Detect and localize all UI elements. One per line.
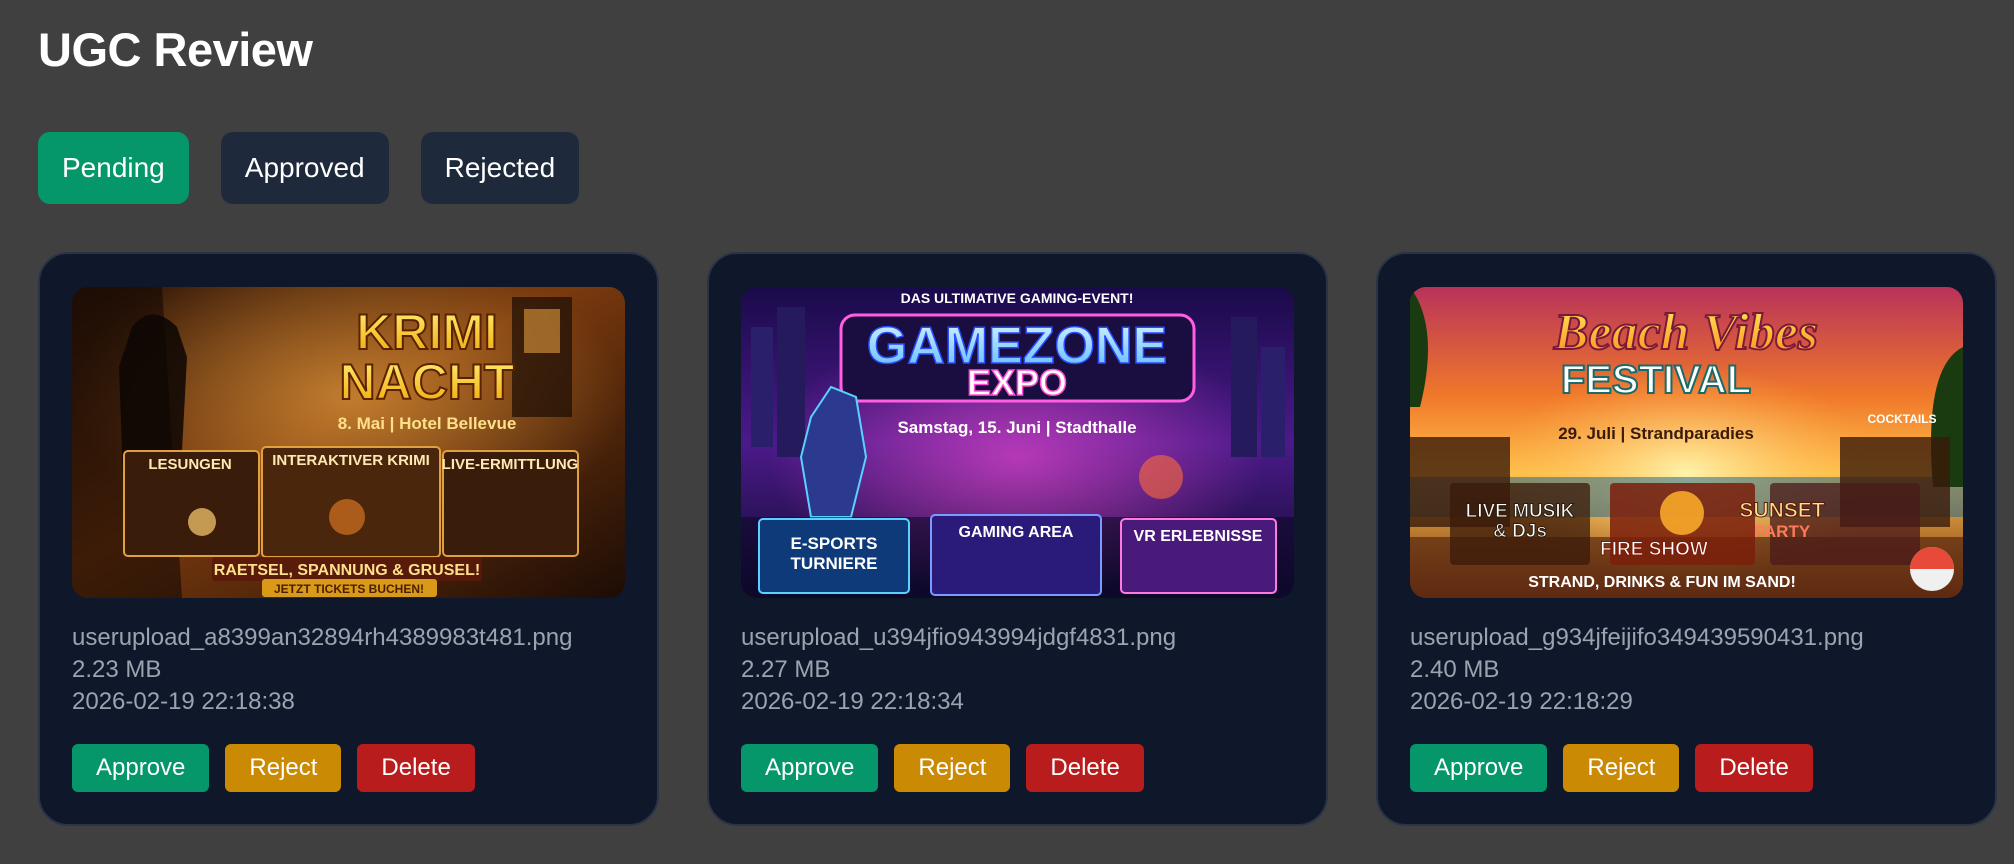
upload-card: Beach Vibes FESTIVAL 29. Juli | Strandpa…: [1376, 252, 1997, 826]
poster-corner-label: COCKTAILS: [1867, 412, 1936, 426]
poster-title: Beach Vibes: [1553, 304, 1818, 361]
upload-thumbnail[interactable]: KRIMI NACHT 8. Mai | Hotel Bellevue LESU…: [72, 287, 625, 598]
file-name: userupload_u394jfio943994jdgf4831.png: [741, 624, 1177, 651]
tab-pending[interactable]: Pending: [38, 132, 189, 204]
upload-timestamp: 2026-02-19 22:18:34: [741, 688, 964, 715]
poster-title: KRIMI: [356, 304, 498, 360]
poster-cta: JETZT TICKETS BUCHEN!: [274, 582, 424, 596]
poster-krimi-nacht: KRIMI NACHT 8. Mai | Hotel Bellevue LESU…: [72, 287, 625, 598]
reject-button[interactable]: Reject: [894, 744, 1011, 792]
delete-button[interactable]: Delete: [357, 744, 475, 792]
tab-rejected[interactable]: Rejected: [420, 132, 580, 204]
poster-title: FESTIVAL: [1561, 358, 1751, 402]
card-actions: Approve Reject Delete: [741, 744, 1144, 792]
poster-tagline: RAETSEL, SPANNUNG & GRUSEL!: [214, 562, 480, 579]
poster-subtitle: 29. Juli | Strandparadies: [1558, 424, 1754, 443]
poster-subtitle: 8. Mai | Hotel Bellevue: [338, 414, 517, 433]
file-size: 2.27 MB: [741, 656, 831, 683]
file-size: 2.40 MB: [1410, 656, 1500, 683]
file-name: userupload_a8399an32894rh4389983t481.png: [72, 624, 573, 651]
upload-card: DAS ULTIMATIVE GAMING-EVENT! GAMEZONE EX…: [707, 252, 1328, 826]
poster-panel-label: VR ERLEBNISSE: [1134, 528, 1263, 545]
card-actions: Approve Reject Delete: [1410, 744, 1813, 792]
poster-panel-label: & DJs: [1493, 521, 1547, 542]
poster-panel-label: INTERAKTIVER KRIMI: [272, 452, 430, 469]
upload-thumbnail[interactable]: Beach Vibes FESTIVAL 29. Juli | Strandpa…: [1410, 287, 1963, 598]
file-size: 2.23 MB: [72, 656, 162, 683]
poster-tagline: STRAND, DRINKS & FUN IM SAND!: [1528, 574, 1796, 591]
file-meta: userupload_u394jfio943994jdgf4831.png 2.…: [741, 622, 1294, 718]
delete-button[interactable]: Delete: [1026, 744, 1144, 792]
card-actions: Approve Reject Delete: [72, 744, 475, 792]
poster-panel-label: TURNIERE: [791, 554, 878, 573]
file-meta: userupload_a8399an32894rh4389983t481.png…: [72, 622, 625, 718]
poster-panel-label: SUNSET: [1739, 499, 1824, 522]
poster-panel-label: LIVE MUSIK: [1466, 501, 1575, 522]
poster-title: EXPO: [967, 362, 1067, 403]
upload-timestamp: 2026-02-19 22:18:38: [72, 688, 295, 715]
file-name: userupload_g934jfeijifo349439590431.png: [1410, 624, 1864, 651]
poster-beach-vibes: Beach Vibes FESTIVAL 29. Juli | Strandpa…: [1410, 287, 1963, 598]
delete-button[interactable]: Delete: [1695, 744, 1813, 792]
poster-kicker: DAS ULTIMATIVE GAMING-EVENT!: [901, 290, 1134, 306]
reject-button[interactable]: Reject: [1563, 744, 1680, 792]
poster-panel-label: FIRE SHOW: [1600, 539, 1708, 560]
reject-button[interactable]: Reject: [225, 744, 342, 792]
poster-panel-label: LESUNGEN: [148, 456, 231, 473]
poster-panel-label: E-SPORTS: [791, 534, 878, 553]
poster-panel-label: LIVE-ERMITTLUNG: [442, 456, 579, 473]
status-tabs: Pending Approved Rejected: [38, 132, 580, 204]
page-title: UGC Review: [38, 23, 313, 76]
upload-timestamp: 2026-02-19 22:18:29: [1410, 688, 1633, 715]
poster-panel-label: PARTY: [1754, 522, 1811, 541]
poster-title: NACHT: [340, 354, 515, 410]
approve-button[interactable]: Approve: [72, 744, 210, 792]
approve-button[interactable]: Approve: [1410, 744, 1548, 792]
upload-card: KRIMI NACHT 8. Mai | Hotel Bellevue LESU…: [38, 252, 659, 826]
poster-subtitle: Samstag, 15. Juni | Stadthalle: [897, 418, 1136, 437]
upload-grid: KRIMI NACHT 8. Mai | Hotel Bellevue LESU…: [38, 252, 1997, 826]
tab-approved[interactable]: Approved: [220, 132, 389, 204]
approve-button[interactable]: Approve: [741, 744, 879, 792]
poster-panel-label: GAMING AREA: [959, 524, 1074, 541]
file-meta: userupload_g934jfeijifo349439590431.png …: [1410, 622, 1963, 718]
poster-gamezone-expo: DAS ULTIMATIVE GAMING-EVENT! GAMEZONE EX…: [741, 287, 1294, 598]
upload-thumbnail[interactable]: DAS ULTIMATIVE GAMING-EVENT! GAMEZONE EX…: [741, 287, 1294, 598]
